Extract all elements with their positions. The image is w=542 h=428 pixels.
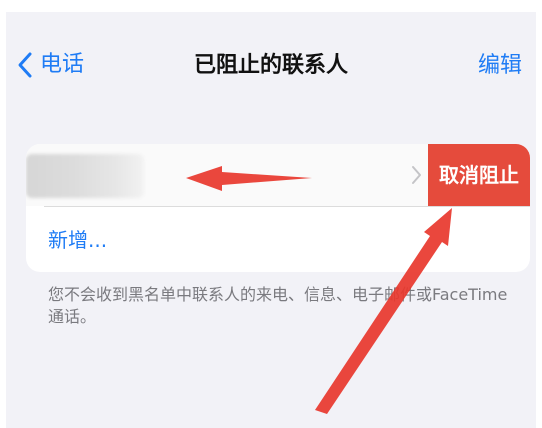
blocked-contacts-screen: 电话 已阻止的联系人 编辑 取消阻止 新增... 您不会收到黑名单中联系人的来电… [6, 12, 536, 428]
blurred-contact-name [26, 154, 144, 198]
edit-button[interactable]: 编辑 [478, 52, 522, 80]
blocked-footnote: 您不会收到黑名单中联系人的来电、信息、电子邮件或FaceTime通话。 [48, 285, 508, 326]
row-divider [44, 206, 530, 207]
add-new-button[interactable]: 新增... [48, 226, 107, 254]
navigation-bar: 电话 已阻止的联系人 编辑 [6, 12, 536, 112]
chevron-right-icon [412, 166, 421, 184]
page-title: 已阻止的联系人 [193, 53, 348, 78]
blocked-contact-row[interactable]: 取消阻止 [26, 144, 530, 206]
unblock-button[interactable]: 取消阻止 [428, 144, 530, 206]
blocked-list-card: 取消阻止 新增... [26, 144, 530, 272]
